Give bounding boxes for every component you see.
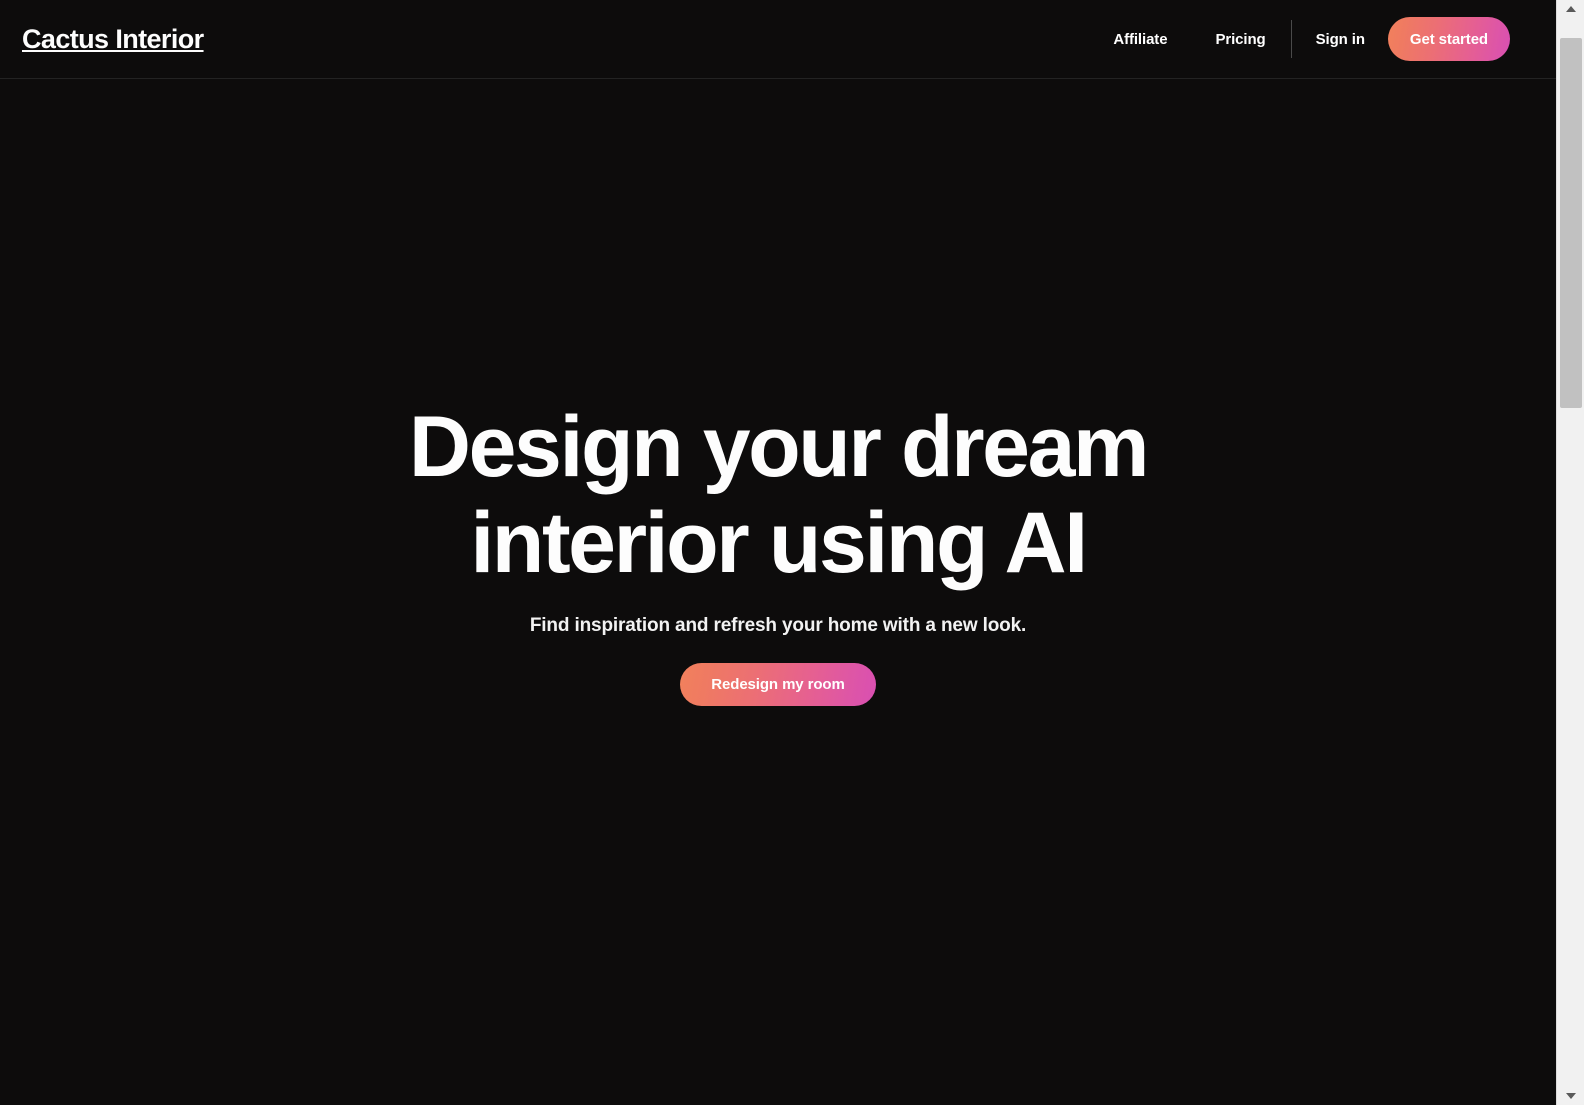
redesign-my-room-button[interactable]: Redesign my room	[680, 663, 876, 706]
site-header: Cactus Interior Affiliate Pricing Sign i…	[0, 0, 1556, 79]
browser-scrollbar[interactable]	[1556, 0, 1584, 1105]
get-started-button[interactable]: Get started	[1387, 17, 1510, 61]
scrollbar-up-arrow-button[interactable]	[1557, 0, 1584, 18]
hero-section: Design your dream interior using AI Find…	[0, 79, 1556, 1105]
triangle-down-icon	[1566, 1093, 1576, 1099]
scrollbar-thumb[interactable]	[1560, 38, 1582, 408]
page-viewport: Cactus Interior Affiliate Pricing Sign i…	[0, 0, 1556, 1105]
hero-headline: Design your dream interior using AI	[408, 399, 1150, 591]
primary-navigation: Affiliate Pricing Sign in Get started	[1113, 17, 1510, 61]
nav-link-affiliate[interactable]: Affiliate	[1113, 23, 1167, 56]
scrollbar-down-arrow-button[interactable]	[1557, 1087, 1584, 1105]
nav-link-sign-in[interactable]: Sign in	[1316, 23, 1365, 56]
nav-link-pricing[interactable]: Pricing	[1215, 23, 1265, 56]
brand-logo[interactable]: Cactus Interior	[22, 25, 204, 53]
triangle-up-icon	[1566, 6, 1576, 12]
scrollbar-track[interactable]	[1557, 18, 1584, 1087]
hero-subheadline: Find inspiration and refresh your home w…	[529, 615, 1027, 636]
nav-divider	[1290, 20, 1292, 58]
